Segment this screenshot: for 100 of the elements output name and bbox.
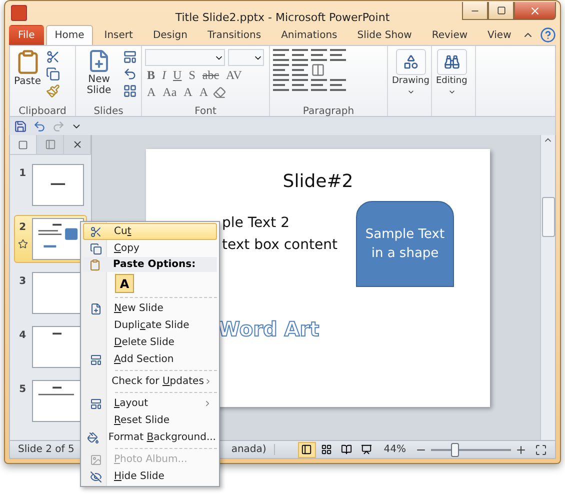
increase-indent-icon[interactable] bbox=[292, 64, 308, 76]
clipboard-icon bbox=[89, 258, 101, 270]
menu-item[interactable]: Format Background... bbox=[83, 429, 217, 446]
drawing-button[interactable]: Drawing bbox=[391, 49, 430, 96]
ribbon-tab[interactable]: View bbox=[478, 25, 520, 45]
photo-icon bbox=[90, 454, 102, 466]
close-icon bbox=[72, 139, 82, 150]
copy-button[interactable] bbox=[45, 66, 61, 81]
font-format-button[interactable]: AV bbox=[224, 68, 244, 83]
window-title: Title Slide2.pptx - Microsoft PowerPoint bbox=[175, 11, 390, 24]
shapes-icon bbox=[396, 49, 426, 75]
font-format-button[interactable]: U bbox=[171, 68, 184, 83]
slide-thumbnail[interactable] bbox=[32, 164, 84, 206]
minimize-button[interactable] bbox=[462, 2, 488, 20]
ribbon-tab[interactable]: Animations bbox=[272, 25, 346, 45]
word-art: Word Art bbox=[218, 317, 320, 341]
ribbon-tab[interactable]: Transitions bbox=[198, 25, 270, 45]
maximize-button[interactable] bbox=[488, 2, 514, 20]
new-slide-icon bbox=[90, 302, 102, 314]
save-icon[interactable] bbox=[14, 120, 27, 132]
justify-icon[interactable] bbox=[330, 79, 346, 91]
decrease-indent-icon[interactable] bbox=[273, 64, 289, 76]
scissors-icon bbox=[90, 226, 102, 238]
undo-icon[interactable] bbox=[33, 120, 46, 132]
font-size-button[interactable]: A bbox=[197, 85, 210, 100]
font-format-button[interactable]: S bbox=[186, 68, 198, 83]
scissors-icon bbox=[46, 50, 60, 64]
help-icon[interactable] bbox=[540, 27, 556, 43]
section-icon bbox=[90, 354, 102, 366]
projector-screen-icon bbox=[361, 444, 372, 455]
font-size-button[interactable]: Aa bbox=[160, 85, 179, 100]
menu-item[interactable]: Hide Slide bbox=[83, 468, 217, 485]
close-button[interactable] bbox=[514, 2, 556, 20]
layout-icon bbox=[123, 50, 137, 64]
hide-slide-icon bbox=[90, 470, 102, 482]
line-spacing-icon[interactable] bbox=[311, 49, 327, 61]
text-direction-icon[interactable] bbox=[330, 49, 346, 61]
new-slide-icon bbox=[87, 49, 111, 73]
caret-icon bbox=[406, 88, 415, 96]
align-left-icon[interactable] bbox=[273, 79, 289, 91]
group-label: Paragraph bbox=[302, 106, 354, 117]
ribbon-tab[interactable]: Slide Show bbox=[348, 25, 421, 45]
layout-icon bbox=[90, 398, 102, 410]
menu-item[interactable]: Cut bbox=[83, 223, 217, 240]
align-center-icon[interactable] bbox=[292, 79, 308, 91]
reset-icon bbox=[123, 66, 137, 80]
copy-icon bbox=[90, 242, 102, 254]
format-painter-button[interactable] bbox=[45, 83, 61, 98]
font-format-button[interactable]: I bbox=[160, 68, 168, 83]
shape-text: Sample Text in a shape bbox=[365, 226, 445, 263]
normal-view-icon bbox=[301, 444, 312, 455]
file-tab[interactable]: File bbox=[9, 25, 44, 45]
outline-icon bbox=[44, 139, 56, 150]
section-icon bbox=[123, 84, 137, 98]
ribbon-tab[interactable]: Review bbox=[422, 25, 477, 45]
keep-text-only-button[interactable]: A bbox=[115, 274, 134, 293]
bullets-icon[interactable] bbox=[273, 49, 289, 61]
grid-icon bbox=[321, 444, 332, 455]
ribbon-tab[interactable]: Home bbox=[46, 25, 94, 45]
section-button[interactable] bbox=[122, 83, 138, 98]
editing-button[interactable]: Editing bbox=[435, 49, 468, 96]
font-size-button[interactable]: A bbox=[182, 85, 194, 100]
eraser-icon[interactable] bbox=[213, 86, 226, 99]
font-format-button[interactable]: B bbox=[145, 68, 158, 83]
slide-icon bbox=[18, 140, 28, 150]
normal-view-button[interactable] bbox=[298, 442, 316, 458]
layout-button[interactable] bbox=[122, 49, 138, 64]
slide-number: 2 bbox=[19, 222, 26, 233]
slide-text: ple Text 2 bbox=[222, 215, 290, 231]
cut-button[interactable] bbox=[45, 49, 61, 64]
numbering-icon[interactable] bbox=[292, 49, 308, 61]
book-icon bbox=[341, 444, 352, 455]
slide-thumbnail[interactable] bbox=[32, 218, 84, 260]
copy-icon bbox=[46, 66, 60, 80]
zoom-thumb[interactable] bbox=[451, 442, 459, 456]
columns-icon[interactable] bbox=[311, 63, 325, 77]
slide-text: text box content bbox=[222, 237, 338, 253]
font-size-field[interactable] bbox=[228, 49, 264, 66]
menu-header: Paste Options: bbox=[112, 259, 196, 270]
align-right-icon[interactable] bbox=[311, 79, 327, 91]
font-format-button[interactable]: abc bbox=[200, 68, 222, 83]
caret-icon bbox=[448, 88, 456, 96]
zoom-in-icon[interactable] bbox=[515, 444, 527, 456]
group-label: Font bbox=[194, 106, 216, 117]
reset-button[interactable] bbox=[122, 66, 138, 81]
ribbon-tab[interactable]: Design bbox=[144, 25, 196, 45]
ribbon-tab[interactable]: Insert bbox=[95, 25, 142, 45]
group-label: Slides bbox=[94, 106, 124, 117]
close-icon bbox=[529, 4, 541, 16]
thumbnail-row[interactable]: 2 bbox=[14, 215, 87, 263]
close-pane-button[interactable] bbox=[64, 135, 91, 154]
zoom-level: 44% bbox=[382, 444, 407, 455]
paste-button[interactable]: Paste bbox=[13, 49, 42, 87]
fit-window-icon[interactable] bbox=[535, 444, 547, 456]
binoculars-icon bbox=[436, 49, 467, 75]
font-size-button[interactable]: A bbox=[145, 85, 158, 100]
scroll-thumb[interactable] bbox=[542, 197, 554, 237]
new-slide-button[interactable]: New Slide bbox=[79, 49, 119, 96]
thumbnail-row[interactable]: 1 bbox=[14, 161, 87, 209]
font-name-field[interactable] bbox=[145, 49, 225, 66]
